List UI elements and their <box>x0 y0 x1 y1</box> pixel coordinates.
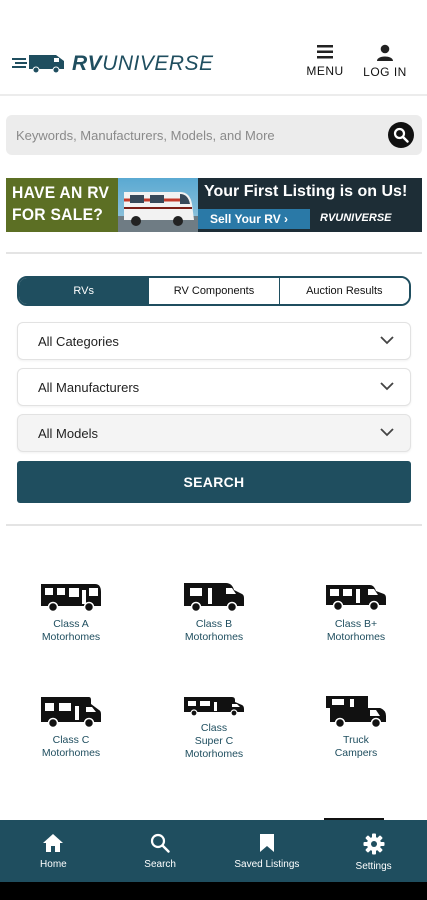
category-super-c[interactable]: Class Super C Motorhomes <box>154 694 274 761</box>
model-select-value: All Models <box>38 425 98 441</box>
category-label: Class Super C Motorhomes <box>184 722 244 760</box>
hamburger-icon <box>317 45 333 59</box>
nav-settings-label: Settings <box>355 861 392 872</box>
sell-your-rv-button[interactable]: Sell Your RV › <box>198 209 310 229</box>
system-navigation-bar <box>0 882 427 900</box>
nav-search[interactable]: Search <box>107 820 214 882</box>
banner-question: HAVE AN RV FOR SALE? <box>6 178 118 232</box>
gear-icon <box>363 833 385 855</box>
bookmark-icon <box>259 834 274 852</box>
banner-rv-image <box>118 178 198 232</box>
search-submit-button[interactable] <box>388 122 414 148</box>
search-input[interactable] <box>16 115 376 155</box>
chevron-down-icon <box>380 428 394 437</box>
category-label: Class C Motorhomes <box>41 734 101 759</box>
bottom-navigation: Home Search Saved Listings Settings <box>0 820 427 882</box>
banner-line-1: HAVE AN RV <box>12 183 110 202</box>
super-c-motorhome-icon <box>184 697 244 716</box>
manufacturer-select-value: All Manufacturers <box>38 379 140 395</box>
chevron-down-icon <box>380 382 394 391</box>
nav-home-label: Home <box>40 859 67 870</box>
truck-camper-icon <box>326 696 386 728</box>
category-label: Truck Campers <box>334 734 378 759</box>
banner-line-2: FOR SALE? <box>12 205 104 224</box>
login-button[interactable]: LOG IN <box>362 44 408 79</box>
section-divider <box>6 252 422 254</box>
rv-universe-logo[interactable]: RVUNIVERSE <box>12 48 214 78</box>
nav-saved-listings[interactable]: Saved Listings <box>214 820 321 882</box>
logo-text: RVUNIVERSE <box>72 51 214 75</box>
category-select-value: All Categories <box>38 333 119 349</box>
model-select[interactable]: All Models <box>17 414 411 452</box>
category-class-a[interactable]: Class A Motorhomes <box>11 580 131 644</box>
category-label: Class B+ Motorhomes <box>326 618 386 643</box>
search-icon <box>151 833 170 853</box>
sell-rv-banner[interactable]: HAVE AN RV FOR SALE? Your First Listing … <box>6 178 422 232</box>
category-select[interactable]: All Categories <box>17 322 411 360</box>
class-c-motorhome-icon <box>41 697 101 728</box>
app-header: RVUNIVERSE MENU LOG IN <box>0 0 427 92</box>
home-icon <box>43 834 64 852</box>
search-icon <box>393 127 409 143</box>
search-button[interactable]: SEARCH <box>17 461 411 503</box>
manufacturer-select[interactable]: All Manufacturers <box>17 368 411 406</box>
tab-rvs[interactable]: RVs <box>19 278 149 304</box>
category-class-b-plus[interactable]: Class B+ Motorhomes <box>296 580 416 644</box>
category-class-b[interactable]: Class B Motorhomes <box>154 580 274 644</box>
section-divider <box>6 524 422 526</box>
class-b-plus-motorhome-icon <box>326 585 386 612</box>
login-label: LOG IN <box>363 65 407 79</box>
class-b-motorhome-icon <box>184 583 244 612</box>
menu-label: MENU <box>306 64 344 78</box>
nav-saved-listings-label: Saved Listings <box>234 859 300 870</box>
category-class-c[interactable]: Class C Motorhomes <box>11 694 131 760</box>
banner-promo: Your First Listing is on Us! Sell Your R… <box>198 178 422 232</box>
search-bar <box>6 115 422 155</box>
category-label: Class B Motorhomes <box>184 618 244 643</box>
class-a-motorhome-icon <box>41 584 101 612</box>
user-icon <box>377 44 393 61</box>
tab-rv-components[interactable]: RV Components <box>148 278 279 304</box>
truck-logo-icon <box>12 55 64 74</box>
rv-photo-icon <box>118 192 198 232</box>
category-label: Class A Motorhomes <box>41 618 101 643</box>
nav-settings[interactable]: Settings <box>320 820 427 882</box>
nav-home[interactable]: Home <box>0 820 107 882</box>
header-divider <box>0 94 427 96</box>
banner-brand: RVUNIVERSE <box>320 212 392 224</box>
chevron-down-icon <box>380 336 394 345</box>
category-truck-campers[interactable]: Truck Campers <box>296 694 416 760</box>
nav-search-label: Search <box>144 859 176 870</box>
menu-button[interactable]: MENU <box>304 44 346 78</box>
banner-headline: Your First Listing is on Us! <box>204 183 408 200</box>
listing-type-tabs: RVs RV Components Auction Results <box>17 276 411 306</box>
tab-auction-results[interactable]: Auction Results <box>278 278 409 304</box>
